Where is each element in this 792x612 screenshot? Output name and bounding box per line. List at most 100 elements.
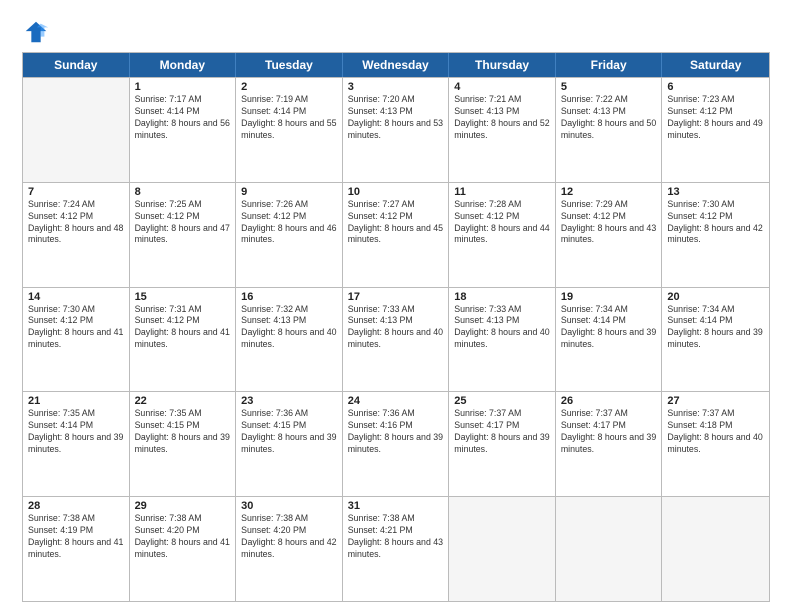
day-info: Sunrise: 7:25 AMSunset: 4:12 PMDaylight:… <box>135 199 231 247</box>
day-info: Sunrise: 7:34 AMSunset: 4:14 PMDaylight:… <box>667 304 764 352</box>
day-number: 25 <box>454 395 550 407</box>
day-number: 3 <box>348 81 444 93</box>
table-row: 14Sunrise: 7:30 AMSunset: 4:12 PMDayligh… <box>23 288 130 392</box>
calendar-row-1: 1Sunrise: 7:17 AMSunset: 4:14 PMDaylight… <box>23 77 769 182</box>
day-info: Sunrise: 7:36 AMSunset: 4:16 PMDaylight:… <box>348 408 444 456</box>
table-row: 24Sunrise: 7:36 AMSunset: 4:16 PMDayligh… <box>343 392 450 496</box>
calendar-header: SundayMondayTuesdayWednesdayThursdayFrid… <box>23 53 769 77</box>
table-row <box>449 497 556 601</box>
day-number: 10 <box>348 186 444 198</box>
day-number: 27 <box>667 395 764 407</box>
table-row: 29Sunrise: 7:38 AMSunset: 4:20 PMDayligh… <box>130 497 237 601</box>
day-number: 13 <box>667 186 764 198</box>
calendar-body: 1Sunrise: 7:17 AMSunset: 4:14 PMDaylight… <box>23 77 769 601</box>
day-number: 31 <box>348 500 444 512</box>
table-row: 13Sunrise: 7:30 AMSunset: 4:12 PMDayligh… <box>662 183 769 287</box>
day-number: 2 <box>241 81 337 93</box>
table-row: 4Sunrise: 7:21 AMSunset: 4:13 PMDaylight… <box>449 78 556 182</box>
page: SundayMondayTuesdayWednesdayThursdayFrid… <box>0 0 792 612</box>
table-row: 20Sunrise: 7:34 AMSunset: 4:14 PMDayligh… <box>662 288 769 392</box>
day-info: Sunrise: 7:37 AMSunset: 4:17 PMDaylight:… <box>454 408 550 456</box>
day-number: 23 <box>241 395 337 407</box>
table-row: 11Sunrise: 7:28 AMSunset: 4:12 PMDayligh… <box>449 183 556 287</box>
logo <box>22 18 54 46</box>
day-number: 4 <box>454 81 550 93</box>
calendar-row-2: 7Sunrise: 7:24 AMSunset: 4:12 PMDaylight… <box>23 182 769 287</box>
day-number: 6 <box>667 81 764 93</box>
day-info: Sunrise: 7:38 AMSunset: 4:19 PMDaylight:… <box>28 513 124 561</box>
table-row: 1Sunrise: 7:17 AMSunset: 4:14 PMDaylight… <box>130 78 237 182</box>
table-row: 28Sunrise: 7:38 AMSunset: 4:19 PMDayligh… <box>23 497 130 601</box>
day-info: Sunrise: 7:35 AMSunset: 4:14 PMDaylight:… <box>28 408 124 456</box>
day-number: 17 <box>348 291 444 303</box>
day-number: 20 <box>667 291 764 303</box>
header-day-tuesday: Tuesday <box>236 53 343 77</box>
day-info: Sunrise: 7:33 AMSunset: 4:13 PMDaylight:… <box>348 304 444 352</box>
table-row: 17Sunrise: 7:33 AMSunset: 4:13 PMDayligh… <box>343 288 450 392</box>
table-row: 3Sunrise: 7:20 AMSunset: 4:13 PMDaylight… <box>343 78 450 182</box>
day-info: Sunrise: 7:38 AMSunset: 4:21 PMDaylight:… <box>348 513 444 561</box>
table-row <box>23 78 130 182</box>
day-number: 18 <box>454 291 550 303</box>
day-info: Sunrise: 7:31 AMSunset: 4:12 PMDaylight:… <box>135 304 231 352</box>
day-number: 7 <box>28 186 124 198</box>
day-info: Sunrise: 7:37 AMSunset: 4:17 PMDaylight:… <box>561 408 657 456</box>
table-row: 5Sunrise: 7:22 AMSunset: 4:13 PMDaylight… <box>556 78 663 182</box>
day-info: Sunrise: 7:30 AMSunset: 4:12 PMDaylight:… <box>28 304 124 352</box>
table-row <box>556 497 663 601</box>
calendar-row-3: 14Sunrise: 7:30 AMSunset: 4:12 PMDayligh… <box>23 287 769 392</box>
table-row: 18Sunrise: 7:33 AMSunset: 4:13 PMDayligh… <box>449 288 556 392</box>
table-row: 7Sunrise: 7:24 AMSunset: 4:12 PMDaylight… <box>23 183 130 287</box>
header <box>22 18 770 46</box>
day-info: Sunrise: 7:17 AMSunset: 4:14 PMDaylight:… <box>135 94 231 142</box>
table-row: 30Sunrise: 7:38 AMSunset: 4:20 PMDayligh… <box>236 497 343 601</box>
day-info: Sunrise: 7:23 AMSunset: 4:12 PMDaylight:… <box>667 94 764 142</box>
table-row: 21Sunrise: 7:35 AMSunset: 4:14 PMDayligh… <box>23 392 130 496</box>
calendar-row-4: 21Sunrise: 7:35 AMSunset: 4:14 PMDayligh… <box>23 391 769 496</box>
day-number: 5 <box>561 81 657 93</box>
day-number: 29 <box>135 500 231 512</box>
table-row: 12Sunrise: 7:29 AMSunset: 4:12 PMDayligh… <box>556 183 663 287</box>
day-info: Sunrise: 7:30 AMSunset: 4:12 PMDaylight:… <box>667 199 764 247</box>
table-row: 22Sunrise: 7:35 AMSunset: 4:15 PMDayligh… <box>130 392 237 496</box>
table-row: 9Sunrise: 7:26 AMSunset: 4:12 PMDaylight… <box>236 183 343 287</box>
table-row: 23Sunrise: 7:36 AMSunset: 4:15 PMDayligh… <box>236 392 343 496</box>
day-number: 16 <box>241 291 337 303</box>
day-number: 12 <box>561 186 657 198</box>
day-info: Sunrise: 7:27 AMSunset: 4:12 PMDaylight:… <box>348 199 444 247</box>
header-day-wednesday: Wednesday <box>343 53 450 77</box>
logo-icon <box>22 18 50 46</box>
day-number: 24 <box>348 395 444 407</box>
day-info: Sunrise: 7:34 AMSunset: 4:14 PMDaylight:… <box>561 304 657 352</box>
day-number: 1 <box>135 81 231 93</box>
day-number: 19 <box>561 291 657 303</box>
table-row: 25Sunrise: 7:37 AMSunset: 4:17 PMDayligh… <box>449 392 556 496</box>
table-row: 2Sunrise: 7:19 AMSunset: 4:14 PMDaylight… <box>236 78 343 182</box>
table-row: 31Sunrise: 7:38 AMSunset: 4:21 PMDayligh… <box>343 497 450 601</box>
header-day-saturday: Saturday <box>662 53 769 77</box>
header-day-monday: Monday <box>130 53 237 77</box>
table-row: 27Sunrise: 7:37 AMSunset: 4:18 PMDayligh… <box>662 392 769 496</box>
day-info: Sunrise: 7:24 AMSunset: 4:12 PMDaylight:… <box>28 199 124 247</box>
day-number: 21 <box>28 395 124 407</box>
header-day-sunday: Sunday <box>23 53 130 77</box>
calendar-row-5: 28Sunrise: 7:38 AMSunset: 4:19 PMDayligh… <box>23 496 769 601</box>
day-info: Sunrise: 7:20 AMSunset: 4:13 PMDaylight:… <box>348 94 444 142</box>
day-info: Sunrise: 7:32 AMSunset: 4:13 PMDaylight:… <box>241 304 337 352</box>
table-row: 8Sunrise: 7:25 AMSunset: 4:12 PMDaylight… <box>130 183 237 287</box>
table-row: 6Sunrise: 7:23 AMSunset: 4:12 PMDaylight… <box>662 78 769 182</box>
day-info: Sunrise: 7:26 AMSunset: 4:12 PMDaylight:… <box>241 199 337 247</box>
day-info: Sunrise: 7:33 AMSunset: 4:13 PMDaylight:… <box>454 304 550 352</box>
day-number: 30 <box>241 500 337 512</box>
day-info: Sunrise: 7:29 AMSunset: 4:12 PMDaylight:… <box>561 199 657 247</box>
day-info: Sunrise: 7:21 AMSunset: 4:13 PMDaylight:… <box>454 94 550 142</box>
table-row <box>662 497 769 601</box>
day-info: Sunrise: 7:28 AMSunset: 4:12 PMDaylight:… <box>454 199 550 247</box>
day-info: Sunrise: 7:35 AMSunset: 4:15 PMDaylight:… <box>135 408 231 456</box>
day-info: Sunrise: 7:37 AMSunset: 4:18 PMDaylight:… <box>667 408 764 456</box>
table-row: 26Sunrise: 7:37 AMSunset: 4:17 PMDayligh… <box>556 392 663 496</box>
header-day-thursday: Thursday <box>449 53 556 77</box>
day-number: 9 <box>241 186 337 198</box>
day-number: 28 <box>28 500 124 512</box>
table-row: 19Sunrise: 7:34 AMSunset: 4:14 PMDayligh… <box>556 288 663 392</box>
